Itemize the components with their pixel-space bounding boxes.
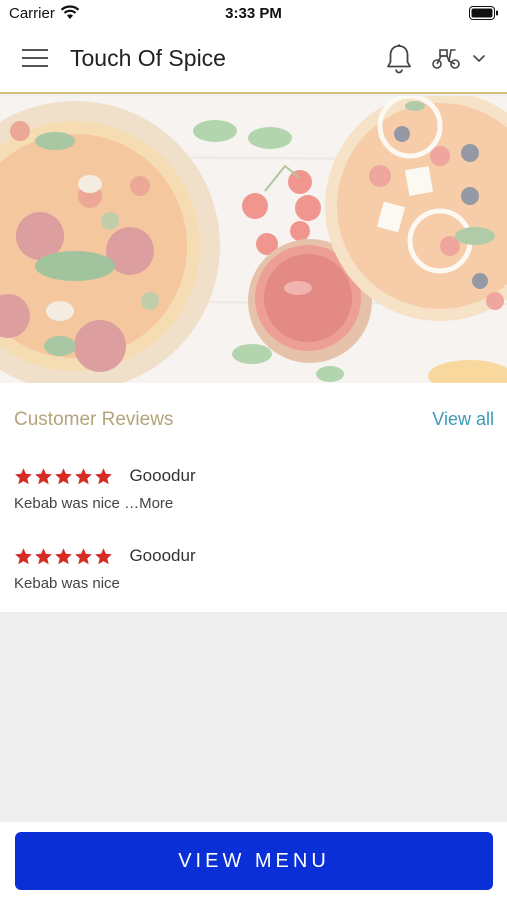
review-text-snippet: Kebab was nice … <box>14 495 140 512</box>
star-icon <box>55 467 72 484</box>
more-link[interactable]: More <box>139 495 173 512</box>
star-icon <box>15 467 32 484</box>
review-item: Gooodur Kebab was nice …More <box>14 466 494 512</box>
customer-reviews-section: Customer Reviews View all Gooodur Kebab … <box>0 383 507 612</box>
star-icon <box>35 467 52 484</box>
scooter-icon[interactable] <box>431 46 461 70</box>
star-icon <box>75 547 92 564</box>
chevron-down-icon[interactable] <box>472 54 486 64</box>
review-text: Kebab was nice <box>14 575 120 592</box>
menu-icon[interactable] <box>22 49 48 71</box>
view-all-link[interactable]: View all <box>432 409 494 430</box>
bell-icon[interactable] <box>385 43 413 75</box>
star-icon <box>95 547 112 564</box>
page-title: Touch Of Spice <box>70 45 226 71</box>
bottom-bar: VIEW MENU <box>0 822 507 900</box>
app-header: Touch Of Spice <box>0 26 507 94</box>
reviews-title: Customer Reviews <box>14 409 174 430</box>
star-icon <box>75 467 92 484</box>
star-icon <box>55 547 72 564</box>
review-text: Kebab was nice …More <box>14 495 494 512</box>
status-bar: Carrier 3:33 PM <box>0 0 507 26</box>
battery-icon <box>469 6 498 20</box>
star-rating <box>14 467 114 486</box>
review-item: Gooodur Kebab was nice <box>14 546 494 592</box>
view-menu-button[interactable]: VIEW MENU <box>15 832 493 890</box>
star-icon <box>95 467 112 484</box>
banner-image <box>0 96 507 383</box>
reviewer-name: Gooodur <box>129 546 196 565</box>
star-icon <box>35 547 52 564</box>
star-rating <box>14 547 114 566</box>
status-time: 3:33 PM <box>225 5 282 22</box>
reviewer-name: Gooodur <box>129 466 196 485</box>
star-icon <box>15 547 32 564</box>
